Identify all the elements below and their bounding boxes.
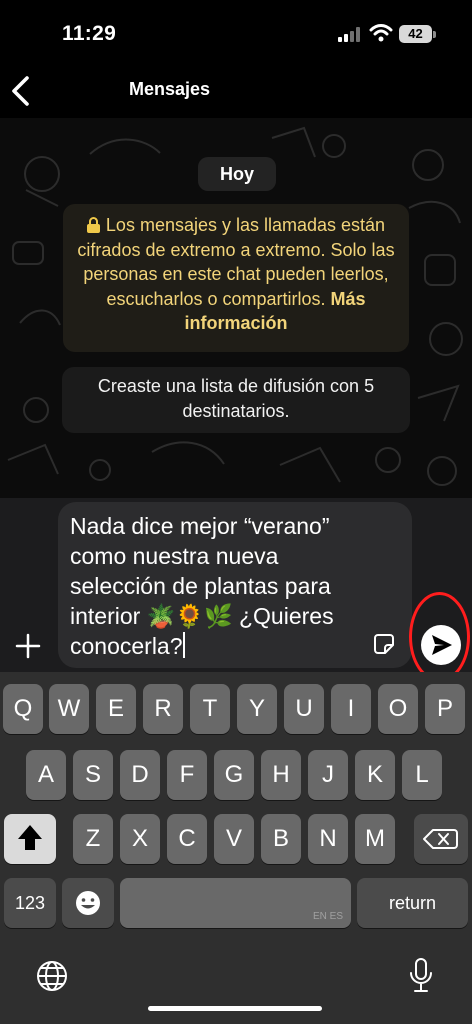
numbers-key[interactable]: 123 xyxy=(4,878,56,928)
key-x[interactable]: X xyxy=(120,814,160,864)
key-i[interactable]: I xyxy=(331,684,371,734)
key-n[interactable]: N xyxy=(308,814,348,864)
message-composer: Nada dice mejor “verano” como nuestra nu… xyxy=(0,498,472,682)
key-w[interactable]: W xyxy=(49,684,89,734)
key-t[interactable]: T xyxy=(190,684,230,734)
message-input[interactable]: Nada dice mejor “verano” como nuestra nu… xyxy=(58,502,412,668)
red-circle-annotation xyxy=(409,592,470,682)
key-e[interactable]: E xyxy=(96,684,136,734)
globe-icon[interactable] xyxy=(35,959,69,993)
keyboard-language-label: EN ES xyxy=(312,911,343,922)
sticker-icon[interactable] xyxy=(373,633,395,655)
key-g[interactable]: G xyxy=(214,750,254,800)
lock-icon xyxy=(86,217,100,233)
back-chevron-icon[interactable] xyxy=(8,74,34,108)
message-draft-text: Nada dice mejor “verano” como nuestra nu… xyxy=(70,513,340,659)
encryption-notice[interactable]: Los mensajes y las llamadas están cifrad… xyxy=(63,204,409,352)
key-b[interactable]: B xyxy=(261,814,301,864)
return-key[interactable]: return xyxy=(357,878,468,928)
key-a[interactable]: A xyxy=(26,750,66,800)
shift-icon xyxy=(18,825,42,850)
key-z[interactable]: Z xyxy=(73,814,113,864)
key-j[interactable]: J xyxy=(308,750,348,800)
key-h[interactable]: H xyxy=(261,750,301,800)
key-u[interactable]: U xyxy=(284,684,324,734)
status-bar: 11:29 42 xyxy=(0,0,472,66)
date-label: Hoy xyxy=(198,157,276,191)
cellular-signal-icon xyxy=(338,26,362,42)
navigation-bar: Mensajes xyxy=(0,66,472,118)
key-l[interactable]: L xyxy=(402,750,442,800)
space-key[interactable]: EN ES xyxy=(120,878,351,928)
key-f[interactable]: F xyxy=(167,750,207,800)
backspace-icon xyxy=(423,829,458,849)
broadcast-list-system-message: Creaste una lista de difusión con 5 dest… xyxy=(62,367,410,433)
wifi-icon xyxy=(369,24,393,42)
chat-area[interactable]: Hoy Los mensajes y las llamadas están ci… xyxy=(0,118,472,498)
battery-tip xyxy=(433,31,436,38)
on-screen-keyboard: Q W E R T Y U I O P A S D F G H J K L Z … xyxy=(0,672,472,1024)
battery-level: 42 xyxy=(399,25,432,43)
microphone-icon[interactable] xyxy=(407,957,435,995)
delete-key[interactable] xyxy=(414,814,468,864)
key-k[interactable]: K xyxy=(355,750,395,800)
plus-icon[interactable] xyxy=(15,633,41,659)
text-caret xyxy=(182,632,185,658)
shift-key[interactable] xyxy=(4,814,56,864)
key-s[interactable]: S xyxy=(73,750,113,800)
page-title: Mensajes xyxy=(129,79,211,99)
key-o[interactable]: O xyxy=(378,684,418,734)
emoji-icon xyxy=(76,891,100,915)
key-y[interactable]: Y xyxy=(237,684,277,734)
key-c[interactable]: C xyxy=(167,814,207,864)
key-d[interactable]: D xyxy=(120,750,160,800)
key-v[interactable]: V xyxy=(214,814,254,864)
home-indicator xyxy=(148,1006,322,1011)
key-m[interactable]: M xyxy=(355,814,395,864)
status-time: 11:29 xyxy=(62,22,117,45)
key-p[interactable]: P xyxy=(425,684,465,734)
key-r[interactable]: R xyxy=(143,684,183,734)
emoji-key[interactable] xyxy=(62,878,114,928)
key-q[interactable]: Q xyxy=(3,684,43,734)
